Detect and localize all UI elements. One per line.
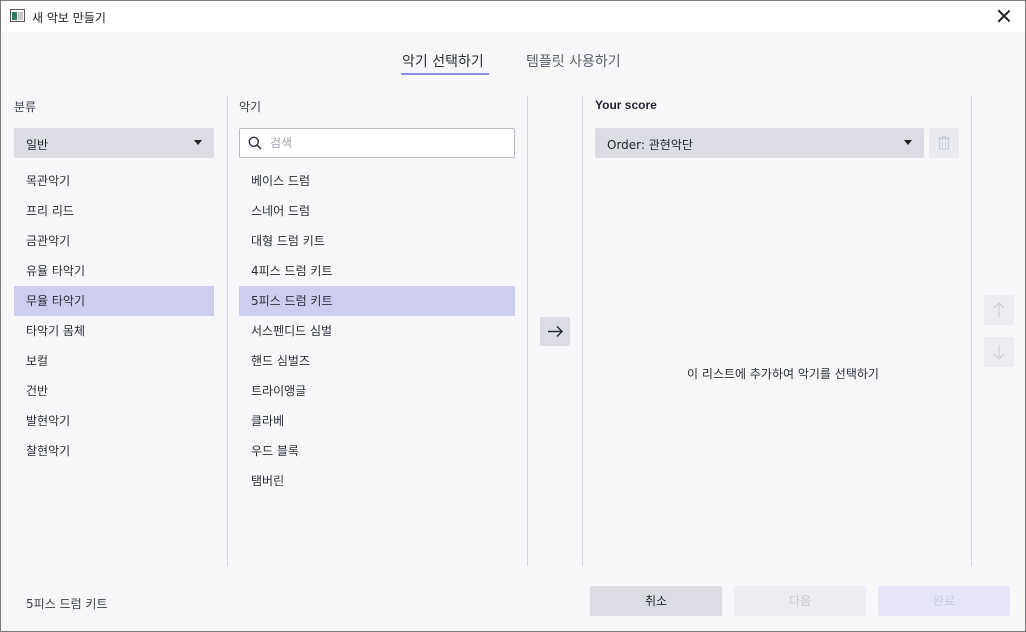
chevron-down-icon (194, 140, 202, 145)
instrument-list-item[interactable]: 탬버린 (239, 466, 515, 496)
instrument-list-item[interactable]: 대형 드럼 키트 (239, 226, 515, 256)
order-dropdown[interactable]: Order: 관현악단 (595, 128, 924, 158)
selected-instrument-status: 5피스 드럼 키트 (26, 597, 108, 611)
category-list-item[interactable]: 목관악기 (14, 166, 214, 196)
instrument-list-item[interactable]: 트라이앵글 (239, 376, 515, 406)
category-list-item[interactable]: 프리 리드 (14, 196, 214, 226)
category-list-item[interactable]: 건반 (14, 376, 214, 406)
close-icon[interactable] (991, 4, 1017, 28)
cancel-button[interactable]: 취소 (590, 586, 722, 616)
instrument-list-item[interactable]: 핸드 심벌즈 (239, 346, 515, 376)
category-label: 분류 (14, 100, 37, 114)
dialog-window: 새 악보 만들기 악기 선택하기 템플릿 사용하기 분류 일반 목관악기 프리 리… (0, 0, 1026, 632)
add-instrument-button[interactable] (540, 317, 570, 346)
next-button[interactable]: 다음 (734, 586, 866, 616)
tab-use-template[interactable]: 템플릿 사용하기 (526, 51, 621, 71)
done-button[interactable]: 완료 (878, 586, 1010, 616)
instrument-list-item[interactable]: 스네어 드럼 (239, 196, 515, 226)
app-icon (10, 9, 25, 22)
category-list-item[interactable]: 유율 타악기 (14, 256, 214, 286)
move-down-button[interactable] (984, 337, 1014, 367)
arrow-down-icon (993, 345, 1005, 360)
move-up-button[interactable] (984, 295, 1014, 325)
column-divider (582, 96, 583, 566)
category-list-item[interactable]: 보컬 (14, 346, 214, 376)
instruments-label: 악기 (239, 100, 262, 114)
category-list-item[interactable]: 발현악기 (14, 406, 214, 436)
instrument-list-item[interactable]: 4피스 드럼 키트 (239, 256, 515, 286)
instrument-list-item[interactable]: 클라베 (239, 406, 515, 436)
trash-icon (938, 135, 950, 150)
chevron-down-icon (904, 140, 912, 145)
instrument-list: 베이스 드럼 스네어 드럼 대형 드럼 키트 4피스 드럼 키트 5피스 드럼 키트 서스… (239, 166, 515, 496)
instrument-list-item[interactable]: 베이스 드럼 (239, 166, 515, 196)
arrow-up-icon (993, 302, 1005, 317)
your-score-label: Your score (595, 98, 657, 112)
category-dropdown-value: 일반 (26, 138, 49, 152)
tab-choose-instruments[interactable]: 악기 선택하기 (402, 51, 484, 71)
instrument-list-item[interactable]: 서스펜디드 심벌 (239, 316, 515, 346)
title-bar: 새 악보 만들기 (1, 1, 1025, 32)
order-dropdown-value: Order: 관현악단 (607, 138, 693, 152)
delete-instrument-button[interactable] (929, 128, 959, 158)
column-divider (971, 96, 972, 566)
search-box[interactable] (239, 128, 515, 158)
instrument-list-item[interactable]: 5피스 드럼 키트 (239, 286, 515, 316)
empty-score-message: 이 리스트에 추가하여 악기를 선택하기 (687, 367, 879, 381)
column-divider (527, 96, 528, 566)
column-divider (227, 96, 228, 566)
active-tab-indicator (401, 73, 489, 75)
instrument-list-item[interactable]: 우드 블록 (239, 436, 515, 466)
category-list-item[interactable]: 찰현악기 (14, 436, 214, 466)
search-icon (248, 136, 262, 150)
category-list: 목관악기 프리 리드 금관악기 유율 타악기 무율 타악기 타악기 몸체 보컬 건반 발현악기 찰… (14, 166, 214, 466)
category-list-item[interactable]: 금관악기 (14, 226, 214, 256)
window-title: 새 악보 만들기 (32, 11, 106, 25)
category-dropdown[interactable]: 일반 (14, 128, 214, 158)
arrow-right-icon (548, 326, 563, 337)
search-input[interactable] (270, 134, 506, 152)
category-list-item[interactable]: 무율 타악기 (14, 286, 214, 316)
category-list-item[interactable]: 타악기 몸체 (14, 316, 214, 346)
